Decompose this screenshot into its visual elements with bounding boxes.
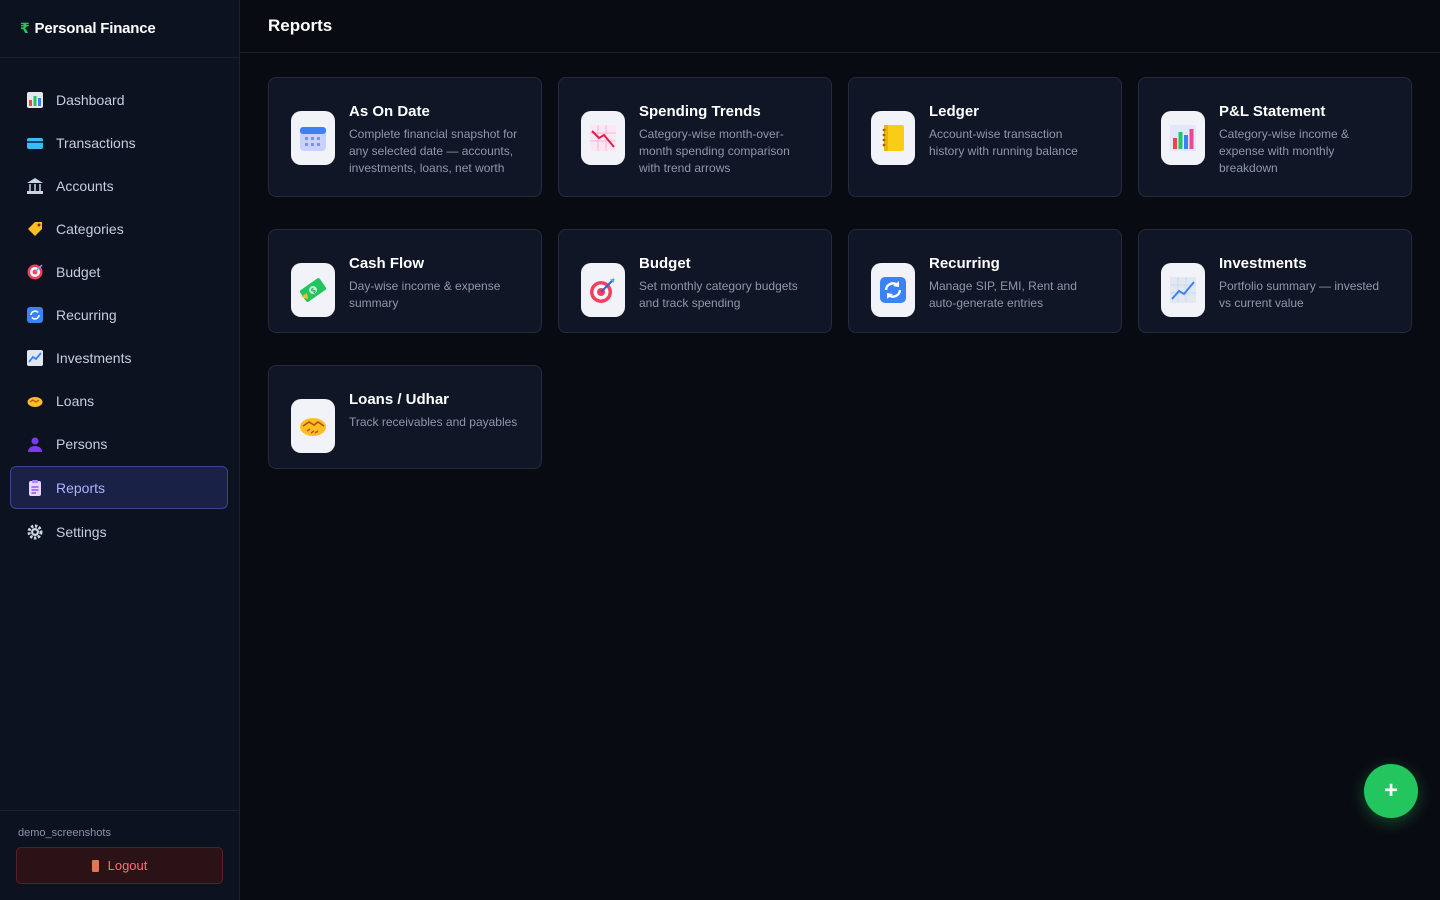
sidebar-item-budget[interactable]: Budget [0,250,229,293]
sidebar-item-reports[interactable]: Reports [10,466,228,509]
trend-chart-icon [1161,263,1205,317]
target-icon [581,263,625,317]
report-card-title: Budget [639,255,691,272]
report-card-description: Day-wise income & expense summary [349,279,501,310]
content: As On Date Complete financial snapshot fo… [240,53,1440,493]
rupee-icon: ₹ [20,20,30,36]
calendar-icon [291,111,335,165]
sidebar-item-label: Loans [56,392,95,409]
sidebar-item-accounts[interactable]: Accounts [0,164,229,207]
refresh-icon [26,306,44,324]
sidebar-item-dashboard[interactable]: Dashboard [0,78,229,121]
sidebar-item-label: Settings [56,523,107,540]
target-icon [26,263,44,281]
add-button[interactable]: + [1364,764,1418,818]
money-icon: $ [291,263,335,317]
report-card-title: As On Date [349,103,430,120]
username: demo_screenshots [18,827,111,839]
brand[interactable]: ₹ Personal Finance [0,0,239,58]
report-card[interactable]: P&L Statement Category-wise income & expe… [1138,77,1412,197]
handshake-icon [291,399,335,453]
logout-button[interactable]: Logout [16,847,223,884]
report-card[interactable]: Spending Trends Category-wise month-over-… [558,77,832,197]
sidebar-item-recurring[interactable]: Recurring [0,293,229,336]
sidebar-item-label: Categories [56,220,124,237]
report-card[interactable]: Budget Set monthly category budgets and t… [558,229,832,333]
sidebar-item-label: Reports [56,479,106,496]
door-icon [91,859,99,872]
report-card-description: Track receivables and payables [349,415,518,429]
bar-chart-icon [1161,111,1205,165]
report-card-description: Category-wise income & expense with mont… [1219,127,1350,175]
sidebar-item-categories[interactable]: Categories [0,207,229,250]
refresh-icon [871,263,915,317]
sidebar-item-label: Investments [56,349,132,366]
clipboard-icon [26,479,44,497]
bar-chart-icon [26,91,44,109]
report-card[interactable]: Ledger Account-wise transaction history w… [848,77,1122,197]
report-card[interactable]: Investments Portfolio summary — invested … [1138,229,1412,333]
sidebar-item-label: Dashboard [56,91,125,108]
report-card[interactable]: Recurring Manage SIP, EMI, Rent and auto-… [848,229,1122,333]
sidebar-item-label: Budget [56,263,101,280]
sidebar-item-label: Recurring [56,306,117,323]
sidebar: ₹ Personal Finance Dashboard Transactions… [0,0,240,900]
ledger-icon [871,111,915,165]
logout-label: Logout [107,858,148,873]
person-icon [26,435,44,453]
report-card-description: Complete financial snapshot for any sele… [349,127,518,175]
sidebar-item-transactions[interactable]: Transactions [0,121,229,164]
tag-icon [26,220,44,238]
app: ₹ Personal Finance Dashboard Transactions… [0,0,1440,900]
handshake-icon [26,392,44,410]
brand-name: Personal Finance [34,20,156,37]
report-card-title: Loans / Udhar [349,391,450,408]
report-card-title: Ledger [929,103,980,120]
downtrend-chart-icon [581,111,625,165]
report-card-title: Spending Trends [639,103,761,120]
sidebar-item-persons[interactable]: Persons [0,422,229,465]
main-area: Reports As On Date Complete financial sna… [240,0,1440,900]
report-card[interactable]: Loans / Udhar Track receivables and payab… [268,365,542,469]
report-card-title: P&L Statement [1219,103,1326,120]
report-card-description: Category-wise month-over-month spending … [639,127,790,175]
report-card-description: Account-wise transaction history with ru… [929,127,1078,158]
credit-card-icon [26,134,44,152]
report-card-description: Portfolio summary — invested vs current … [1219,279,1380,310]
sidebar-item-label: Transactions [56,134,136,151]
sidebar-item-settings[interactable]: Settings [0,510,229,553]
report-card-description: Set monthly category budgets and track s… [639,279,798,310]
report-card-description: Manage SIP, EMI, Rent and auto-generate … [929,279,1077,310]
gear-icon [26,523,44,541]
report-card-title: Cash Flow [349,255,425,272]
report-grid: As On Date Complete financial snapshot fo… [268,77,1412,469]
report-card-title: Recurring [929,255,1000,272]
sidebar-nav: Dashboard Transactions Accounts Categories B… [0,58,239,553]
report-card[interactable]: As On Date Complete financial snapshot fo… [268,77,542,197]
sidebar-item-label: Persons [56,435,108,452]
sidebar-item-investments[interactable]: Investments [0,336,229,379]
sidebar-footer: demo_screenshots Logout [0,810,239,900]
trend-chart-icon [26,349,44,367]
report-card[interactable]: $ Cash Flow Day-wise income & expense summ… [268,229,542,333]
sidebar-item-label: Accounts [56,177,114,194]
page-title: Reports [240,0,1440,53]
bank-icon [26,177,44,195]
sidebar-item-loans[interactable]: Loans [0,379,229,422]
report-card-title: Investments [1219,255,1307,272]
